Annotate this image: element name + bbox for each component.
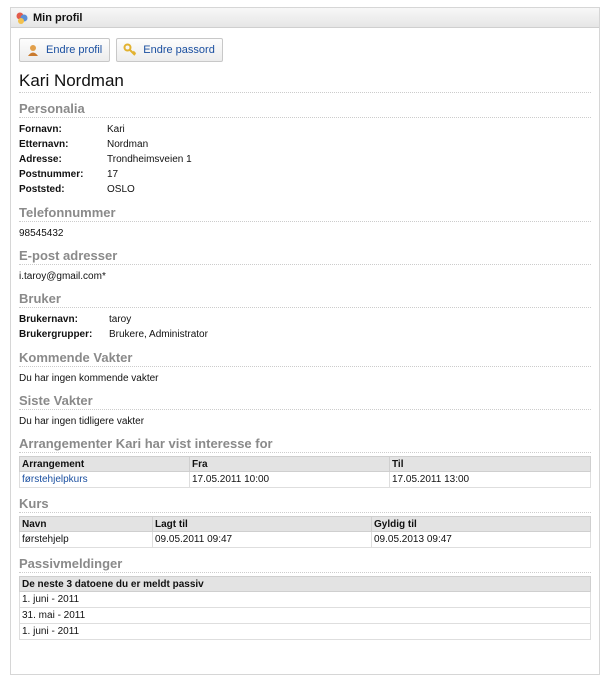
column-header: Arrangement xyxy=(19,456,190,472)
table-row: 1. juni - 2011 xyxy=(19,591,591,608)
column-header: De neste 3 datoene du er meldt passiv xyxy=(19,576,591,592)
user-heading: Bruker xyxy=(19,291,591,308)
panel-title: Min profil xyxy=(33,11,83,24)
personalia-list: Fornavn: Kari Etternavn: Nordman Adresse: T… xyxy=(19,122,591,197)
personalia-label: Etternavn: xyxy=(19,139,69,150)
courses-heading: Kurs xyxy=(19,496,591,513)
column-header: Navn xyxy=(19,516,153,532)
table-row: førstehjelpkurs 17.05.2011 10:00 17.05.2… xyxy=(19,471,591,488)
user-value: taroy xyxy=(109,314,132,325)
personalia-label: Fornavn: xyxy=(19,124,62,135)
edit-profile-label: Endre profil xyxy=(46,44,103,56)
user-row: Brukergrupper: Brukere, Administrator xyxy=(19,327,591,342)
personalia-row: Etternavn: Nordman xyxy=(19,137,591,152)
column-header: Gyldig til xyxy=(371,516,591,532)
email-address: i.taroy@gmail.com* xyxy=(19,271,106,282)
interests-table: Arrangement Fra Til førstehjelpkurs 17.0… xyxy=(19,456,591,488)
edit-profile-icon xyxy=(28,45,38,56)
edit-password-button[interactable]: Endre passord xyxy=(116,38,223,62)
personalia-label: Postnummer: xyxy=(19,169,84,180)
personalia-row: Adresse: Trondheimsveien 1 xyxy=(19,152,591,167)
personalia-label: Poststed: xyxy=(19,184,65,195)
passive-table: De neste 3 datoene du er meldt passiv 1.… xyxy=(19,576,591,640)
table-cell: 17.05.2011 13:00 xyxy=(389,471,591,488)
table-cell: førstehjelp xyxy=(19,531,153,548)
upcoming-shifts-text: Du har ingen kommende vakter xyxy=(19,373,159,384)
table-row: 31. mai - 2011 xyxy=(19,607,591,624)
table-cell: 1. juni - 2011 xyxy=(19,591,591,608)
user-label: Brukernavn: xyxy=(19,314,78,325)
column-header: Fra xyxy=(189,456,390,472)
user-full-name: Kari Nordman xyxy=(19,71,591,93)
event-link[interactable]: førstehjelpkurs xyxy=(22,474,88,485)
table-header-row: Navn Lagt til Gyldig til xyxy=(19,516,591,532)
personalia-value: Nordman xyxy=(107,139,149,150)
courses-table: Navn Lagt til Gyldig til førstehjelp 09.… xyxy=(19,516,591,548)
table-cell: 17.05.2011 10:00 xyxy=(189,471,390,488)
personalia-value: OSLO xyxy=(107,184,135,195)
personalia-value: Trondheimsveien 1 xyxy=(107,154,192,165)
user-row: Brukernavn: taroy xyxy=(19,312,591,327)
personalia-row: Postnummer: 17 xyxy=(19,167,591,182)
past-shifts-heading: Siste Vakter xyxy=(19,393,591,410)
phone-number: 98545432 xyxy=(19,228,64,239)
edit-password-label: Endre passord xyxy=(143,44,215,56)
interests-heading: Arrangementer Kari har vist interesse fo… xyxy=(19,436,591,453)
phone-heading: Telefonnummer xyxy=(19,205,591,222)
user-list: Brukernavn: taroy Brukergrupper: Brukere, … xyxy=(19,312,591,342)
table-cell: 09.05.2013 09:47 xyxy=(371,531,591,548)
table-cell: 1. juni - 2011 xyxy=(19,623,591,640)
column-header: Til xyxy=(389,456,591,472)
user-value: Brukere, Administrator xyxy=(109,329,208,340)
personalia-value: Kari xyxy=(107,124,125,135)
table-header-row: De neste 3 datoene du er meldt passiv xyxy=(19,576,591,592)
past-shifts-text: Du har ingen tidligere vakter xyxy=(19,416,145,427)
personalia-row: Fornavn: Kari xyxy=(19,122,591,137)
panel-titlebar: Min profil xyxy=(11,8,599,28)
personalia-value: 17 xyxy=(107,169,119,180)
edit-profile-button[interactable]: Endre profil xyxy=(19,38,111,62)
column-header: Lagt til xyxy=(152,516,372,532)
user-label: Brukergrupper: xyxy=(19,329,93,340)
profile-icon xyxy=(16,12,28,24)
table-cell: 09.05.2011 09:47 xyxy=(152,531,372,548)
email-heading: E-post adresser xyxy=(19,248,591,265)
personalia-label: Adresse: xyxy=(19,154,62,165)
table-header-row: Arrangement Fra Til xyxy=(19,456,591,472)
profile-panel: Min profil Endre profil Endre passord Ka… xyxy=(10,7,600,675)
passive-heading: Passivmeldinger xyxy=(19,556,591,573)
key-icon xyxy=(123,43,137,56)
upcoming-shifts-heading: Kommende Vakter xyxy=(19,350,591,367)
personalia-heading: Personalia xyxy=(19,101,591,118)
table-cell: 31. mai - 2011 xyxy=(19,607,591,624)
personalia-row: Poststed: OSLO xyxy=(19,182,591,197)
table-row: førstehjelp 09.05.2011 09:47 09.05.2013 … xyxy=(19,531,591,548)
table-row: 1. juni - 2011 xyxy=(19,623,591,640)
